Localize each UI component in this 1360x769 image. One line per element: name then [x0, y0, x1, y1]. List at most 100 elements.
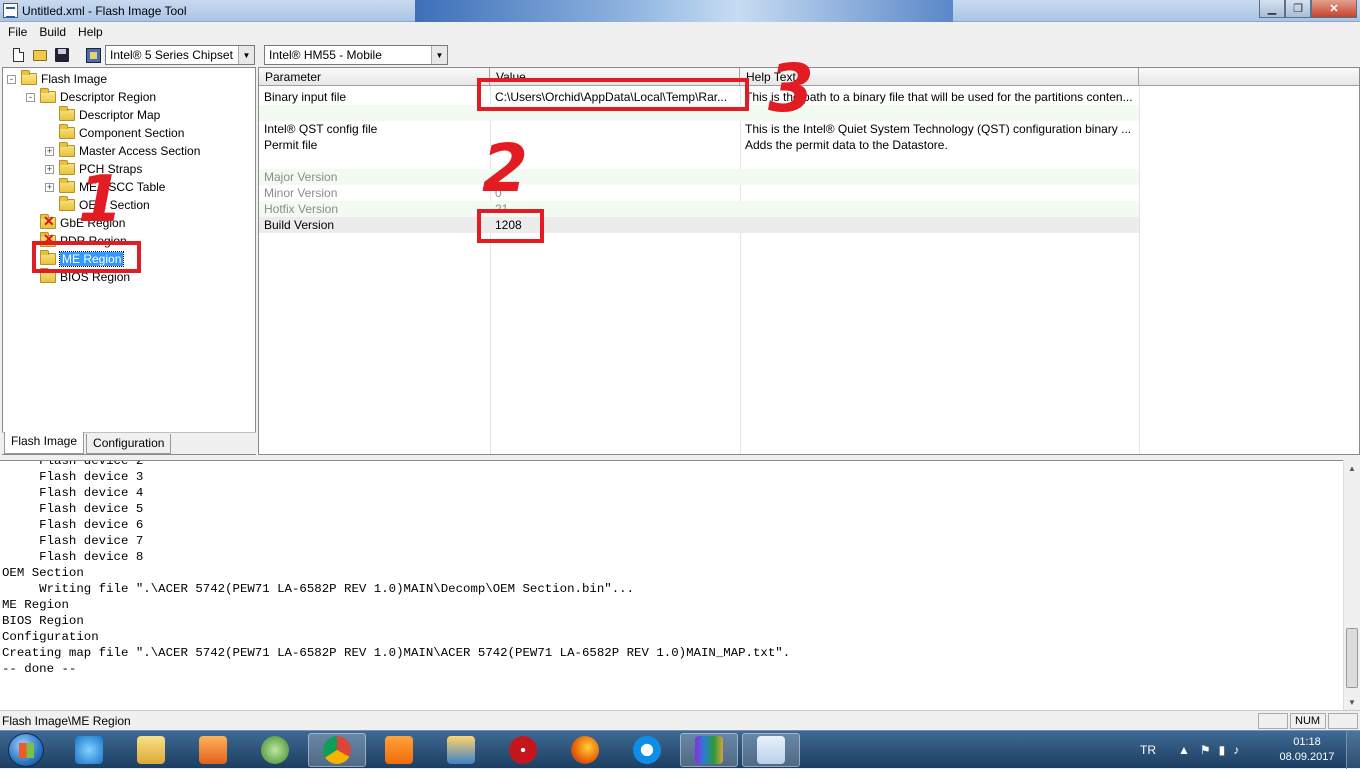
- param-cell: Binary input file: [264, 90, 347, 104]
- tab-flash-image[interactable]: Flash Image: [4, 432, 85, 454]
- table-row[interactable]: Major Version 6: [259, 169, 1139, 185]
- clock[interactable]: 01:18 08.09.2017: [1276, 735, 1338, 765]
- table-row[interactable]: Permit file Adds the permit data to the D…: [259, 137, 1139, 153]
- close-button[interactable]: ✕: [1311, 0, 1357, 18]
- param-cell: Minor Version: [264, 186, 338, 200]
- param-cell: [259, 153, 490, 169]
- scroll-down-icon[interactable]: ▼: [1344, 694, 1360, 710]
- volume-icon[interactable]: ♪: [1233, 743, 1239, 757]
- tree-item[interactable]: Descriptor Map: [45, 106, 160, 124]
- tree-tabs: Flash Image Configuration: [2, 432, 256, 454]
- flag-icon[interactable]: ⚑: [1200, 743, 1211, 757]
- taskbar-app-button[interactable]: [246, 733, 304, 767]
- tray-expand-icon[interactable]: ▲: [1178, 743, 1190, 757]
- expand-icon[interactable]: +: [45, 164, 54, 174]
- winrar-icon: [695, 736, 723, 764]
- taskbar-app-button[interactable]: [60, 733, 118, 767]
- console-scrollbar[interactable]: ▲ ▼: [1343, 460, 1360, 710]
- menu-bar: File Build Help: [0, 22, 1360, 41]
- chipset-select-value: Intel® 5 Series Chipset: [110, 48, 233, 62]
- chevron-down-icon[interactable]: ▼: [431, 46, 447, 64]
- annotation-box-build-version: [477, 209, 544, 243]
- chrome-icon: [323, 736, 351, 764]
- desktop-background-strip: [415, 0, 953, 22]
- table-row[interactable]: Build Version 1208: [259, 217, 1139, 233]
- help-cell: [740, 169, 1139, 185]
- tree-item-label: Descriptor Map: [79, 108, 161, 122]
- new-file-button[interactable]: [9, 46, 27, 64]
- taskbar-app-button[interactable]: [742, 733, 800, 767]
- annotation-number-1: 1: [78, 163, 123, 237]
- annotation-box-binary-path: [477, 78, 749, 111]
- menu-file[interactable]: File: [2, 25, 33, 39]
- menu-help[interactable]: Help: [72, 25, 109, 39]
- column-header-parameter[interactable]: Parameter: [259, 68, 490, 86]
- scroll-thumb[interactable]: [1346, 628, 1358, 688]
- minimize-button[interactable]: ▁: [1259, 0, 1285, 18]
- folder-icon: [59, 196, 75, 211]
- table-row[interactable]: Minor Version 0: [259, 185, 1139, 201]
- table-row[interactable]: [259, 153, 1139, 169]
- maximize-button[interactable]: ❐: [1285, 0, 1311, 18]
- file-explorer-icon: [137, 736, 165, 764]
- taskbar-app-button[interactable]: [308, 733, 366, 767]
- taskbar-app-button[interactable]: [618, 733, 676, 767]
- taskbar-app-button[interactable]: [122, 733, 180, 767]
- network-globe-icon: [261, 736, 289, 764]
- tree-item-label: Flash Image: [41, 72, 108, 86]
- open-file-button[interactable]: [31, 46, 49, 64]
- options-button[interactable]: [84, 46, 102, 64]
- tree-item[interactable]: + Master Access Section: [45, 142, 200, 160]
- expand-icon[interactable]: +: [45, 146, 54, 156]
- start-button[interactable]: [8, 733, 44, 767]
- pcb-app-icon: [509, 736, 537, 764]
- taskbar-app-button[interactable]: [494, 733, 552, 767]
- firefox-icon: [571, 736, 599, 764]
- taskbar-app-button[interactable]: [370, 733, 428, 767]
- folder-open-icon: [21, 70, 37, 85]
- annotation-number-2: 2: [482, 130, 528, 207]
- tree-item-label: Component Section: [79, 126, 185, 140]
- expand-icon[interactable]: +: [45, 182, 54, 192]
- taskbar-app-button[interactable]: [184, 733, 242, 767]
- taskbar: TR ▲ ⚑ ▮ ♪ 01:18 08.09.2017: [0, 730, 1360, 769]
- table-row[interactable]: Intel® QST config file This is the Intel®…: [259, 121, 1139, 137]
- sku-select-value: Intel® HM55 - Mobile: [269, 48, 382, 62]
- status-num-lock: NUM: [1290, 713, 1326, 729]
- window-titlebar[interactable]: Untitled.xml - Flash Image Tool ▁ ❐ ✕: [0, 0, 1360, 22]
- teamviewer-icon: [633, 736, 661, 764]
- tree-item[interactable]: - Flash Image: [7, 70, 107, 88]
- help-cell: [740, 185, 1139, 201]
- table-row[interactable]: Hotfix Version 21: [259, 201, 1139, 217]
- collapse-icon[interactable]: -: [26, 92, 35, 102]
- folder-icon: [59, 160, 75, 175]
- scroll-up-icon[interactable]: ▲: [1344, 460, 1360, 476]
- help-cell: [740, 217, 1139, 233]
- folder-icon: [59, 106, 75, 121]
- taskbar-app-button[interactable]: [432, 733, 490, 767]
- help-cell: Adds the permit data to the Datastore.: [745, 138, 948, 152]
- show-desktop-button[interactable]: [1346, 731, 1360, 769]
- taskbar-app-button[interactable]: [556, 733, 614, 767]
- language-indicator[interactable]: TR: [1140, 743, 1156, 757]
- tree-item[interactable]: Component Section: [45, 124, 184, 142]
- folder-icon: [59, 124, 75, 139]
- param-cell: Build Version: [264, 218, 335, 232]
- window-title: Untitled.xml - Flash Image Tool: [22, 4, 187, 18]
- network-icon[interactable]: ▮: [1219, 743, 1226, 757]
- chevron-down-icon[interactable]: ▼: [238, 46, 254, 64]
- save-file-button[interactable]: [53, 46, 71, 64]
- internet-explorer-icon: [75, 736, 103, 764]
- status-panel-3: [1328, 713, 1358, 729]
- itc-app-icon: [757, 736, 785, 764]
- help-cell: [740, 201, 1139, 217]
- chipset-select[interactable]: Intel® 5 Series Chipset ▼: [105, 45, 255, 65]
- collapse-icon[interactable]: -: [7, 74, 16, 84]
- clock-time: 01:18: [1293, 736, 1321, 748]
- tab-configuration[interactable]: Configuration: [86, 434, 172, 454]
- tree-item[interactable]: - Descriptor Region: [26, 88, 156, 106]
- sku-select[interactable]: Intel® HM55 - Mobile ▼: [264, 45, 448, 65]
- taskbar-app-button[interactable]: [680, 733, 738, 767]
- menu-build[interactable]: Build: [33, 25, 72, 39]
- tree-item-label: Descriptor Region: [60, 90, 157, 104]
